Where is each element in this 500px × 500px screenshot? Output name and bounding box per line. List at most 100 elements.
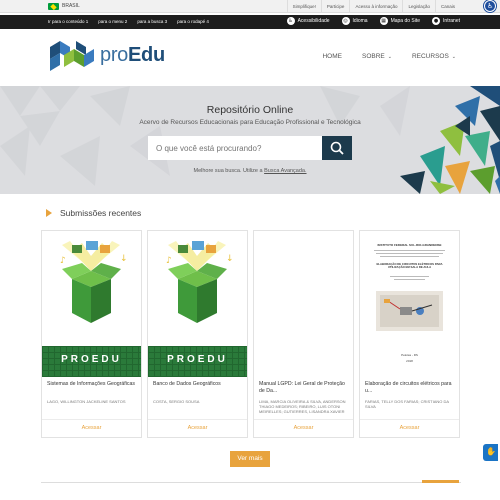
globe-icon: ◎ bbox=[341, 17, 350, 25]
vlibras-hand-icon[interactable] bbox=[483, 444, 498, 461]
doc-heading: ELABORAÇÃO DE CIRCUITOS ELÉTRICOS PARA U… bbox=[376, 262, 443, 270]
hero-title: Repositório Online bbox=[206, 104, 294, 116]
proedu-banner: PROEDU bbox=[42, 346, 141, 377]
resource-card[interactable]: ♪ ↓ PROEDU Banco de Dados Geográficos CO… bbox=[147, 230, 248, 438]
gov-country-label[interactable]: BRASIL bbox=[62, 3, 80, 9]
recent-submissions-heading: Submissões recentes bbox=[46, 208, 141, 218]
doc-institution: INSTITUTO FEDERAL SUL-RIO-GRANDENSE bbox=[377, 243, 442, 247]
skip-links: Ir para o conteúdo 1 para o menu 2 para … bbox=[48, 19, 219, 24]
document-preview: INSTITUTO FEDERAL SUL-RIO-GRANDENSE ELAB… bbox=[360, 231, 459, 377]
card-access-link[interactable]: Acessar bbox=[360, 425, 459, 431]
doc-location: Pelotas - RS bbox=[401, 353, 418, 357]
skip-to-search-link[interactable]: para a busca 3 bbox=[137, 19, 167, 24]
accessibility-link[interactable]: ♿ Acessibilidade bbox=[286, 17, 330, 25]
resource-card[interactable]: INSTITUTO FEDERAL SUL-RIO-GRANDENSE ELAB… bbox=[359, 230, 460, 438]
card-divider bbox=[42, 419, 141, 420]
gov-bar: BRASIL Simplifique! Participe Acesso à i… bbox=[0, 0, 500, 13]
language-label: Idioma bbox=[352, 18, 368, 24]
proedu-box-illustration-icon: ♪ ↓ bbox=[166, 241, 234, 323]
recent-cards: ♪ ↓ PROEDU Sistemas de Informações Geogr… bbox=[41, 230, 461, 440]
blank-document-preview bbox=[254, 231, 353, 377]
accessibility-widget-icon[interactable] bbox=[484, 0, 496, 12]
card-author: LAGO, WILLINGTON JACKELINE SANTOS bbox=[47, 399, 126, 404]
intranet-label: Intranet bbox=[443, 18, 460, 24]
nav-home-label: HOME bbox=[322, 53, 342, 60]
logo-text-edu: Edu bbox=[128, 44, 165, 66]
nav-sobre-label: SOBRE bbox=[361, 53, 385, 60]
advanced-search-link[interactable]: Busca Avançada. bbox=[264, 168, 306, 174]
gov-links: Simplifique! Participe Acesso à informaç… bbox=[286, 0, 460, 13]
brazil-flag-icon[interactable] bbox=[48, 3, 59, 10]
intranet-link[interactable]: ● Intranet bbox=[432, 17, 460, 25]
sitemap-icon: ▦ bbox=[379, 17, 388, 25]
proedu-logo-icon[interactable] bbox=[50, 41, 94, 71]
nav-home[interactable]: HOME bbox=[322, 53, 342, 60]
gov-link-legislacao[interactable]: Legislação bbox=[402, 0, 435, 13]
nav-sobre[interactable]: SOBRE ⌄ bbox=[362, 53, 392, 60]
card-access-link[interactable]: Acessar bbox=[42, 425, 141, 431]
sitemap-label: Mapa do Site bbox=[390, 18, 421, 24]
card-divider bbox=[254, 419, 353, 420]
card-thumbnail[interactable]: ♪ ↓ PROEDU bbox=[42, 231, 141, 377]
search-hint: Melhore sua busca. Utilize a Busca Avanç… bbox=[0, 168, 500, 174]
card-thumbnail[interactable]: INSTITUTO FEDERAL SUL-RIO-GRANDENSE ELAB… bbox=[360, 231, 459, 377]
nav-recursos-label: RECURSOS bbox=[411, 53, 449, 60]
circuit-photo-icon bbox=[376, 291, 443, 331]
chevron-down-icon: ⌄ bbox=[387, 53, 392, 60]
search-hint-text: Melhore sua busca. Utilize a bbox=[193, 168, 265, 174]
site-header: proEdu HOME SOBRE ⌄ RECURSOS ⌄ bbox=[0, 29, 500, 86]
card-author: COSTA, SERGIO SOUSA bbox=[153, 399, 200, 404]
card-divider bbox=[360, 419, 459, 420]
logo-text-pro: pro bbox=[100, 44, 129, 66]
card-title[interactable]: Banco de Dados Geográficos bbox=[153, 381, 245, 401]
card-author: LIMA, MARCIA OLIVEIRA & SILVA, ANDERSON … bbox=[259, 399, 346, 414]
language-link[interactable]: ◎ Idioma bbox=[341, 17, 368, 25]
card-title[interactable]: Elaboração de circuitos elétricos para u… bbox=[365, 381, 457, 401]
skip-to-content-link[interactable]: Ir para o conteúdo 1 bbox=[48, 19, 88, 24]
search-button[interactable] bbox=[322, 136, 352, 160]
chevron-down-icon: ⌄ bbox=[451, 53, 456, 60]
sitemap-link[interactable]: ▦ Mapa do Site bbox=[379, 17, 421, 25]
proedu-logo-text[interactable]: proEdu bbox=[100, 44, 165, 67]
gov-link-simplifique[interactable]: Simplifique! bbox=[286, 0, 321, 13]
card-author: FARIAS, TELLY DOS FARIAS; CRISTIANO DA S… bbox=[365, 399, 449, 409]
svg-text:↓: ↓ bbox=[226, 254, 234, 264]
footer-accent-bar bbox=[422, 480, 459, 483]
card-title[interactable]: Sistemas de Informações Geográficas bbox=[47, 381, 139, 401]
svg-text:♪: ♪ bbox=[60, 256, 66, 266]
resource-card[interactable]: ♪ ↓ PROEDU Sistemas de Informações Geogr… bbox=[41, 230, 142, 438]
triangle-bullet-icon bbox=[46, 209, 52, 217]
resource-card[interactable]: Manual LGPD: Lei Geral de Proteção de Da… bbox=[253, 230, 354, 438]
card-thumbnail[interactable] bbox=[254, 231, 353, 377]
hero-subtitle: Acervo de Recursos Educacionais para Edu… bbox=[139, 119, 361, 126]
gov-link-acesso-informacao[interactable]: Acesso à informação bbox=[349, 0, 402, 13]
card-title[interactable]: Manual LGPD: Lei Geral de Proteção de Da… bbox=[259, 381, 351, 401]
gov-link-canais[interactable]: Canais bbox=[434, 0, 460, 13]
recent-submissions-title: Submissões recentes bbox=[60, 208, 142, 218]
search-icon bbox=[330, 141, 344, 155]
search-input[interactable] bbox=[148, 136, 324, 160]
card-access-link[interactable]: Acessar bbox=[148, 425, 247, 431]
card-divider bbox=[148, 419, 247, 420]
hero-banner: Repositório Online Acervo de Recursos Ed… bbox=[0, 86, 500, 194]
card-thumbnail[interactable]: ♪ ↓ PROEDU bbox=[148, 231, 247, 377]
proedu-box-illustration-icon: ♪ ↓ bbox=[60, 241, 128, 323]
proedu-banner-label: PROEDU bbox=[61, 354, 122, 365]
svg-text:↓: ↓ bbox=[120, 254, 128, 264]
accessibility-label: Acessibilidade bbox=[297, 18, 330, 24]
accessibility-icon: ♿ bbox=[286, 17, 295, 25]
skip-to-footer-link[interactable]: para o rodapé 4 bbox=[177, 19, 209, 24]
skip-to-menu-link[interactable]: para o menu 2 bbox=[98, 19, 127, 24]
doc-year: 2018 bbox=[406, 359, 413, 363]
main-nav: HOME SOBRE ⌄ RECURSOS ⌄ bbox=[302, 53, 456, 60]
svg-text:♪: ♪ bbox=[166, 256, 172, 266]
nav-recursos[interactable]: RECURSOS ⌄ bbox=[412, 53, 456, 60]
see-more-button[interactable]: Ver mais bbox=[230, 451, 270, 467]
proedu-banner-label: PROEDU bbox=[167, 354, 228, 365]
footer-divider bbox=[41, 482, 461, 483]
intranet-icon: ● bbox=[432, 17, 441, 25]
access-tools: ♿ Acessibilidade ◎ Idioma ▦ Mapa do Site… bbox=[275, 17, 460, 25]
gov-link-participe[interactable]: Participe bbox=[320, 0, 350, 13]
card-access-link[interactable]: Acessar bbox=[254, 425, 353, 431]
access-bar: Ir para o conteúdo 1 para o menu 2 para … bbox=[0, 15, 500, 29]
